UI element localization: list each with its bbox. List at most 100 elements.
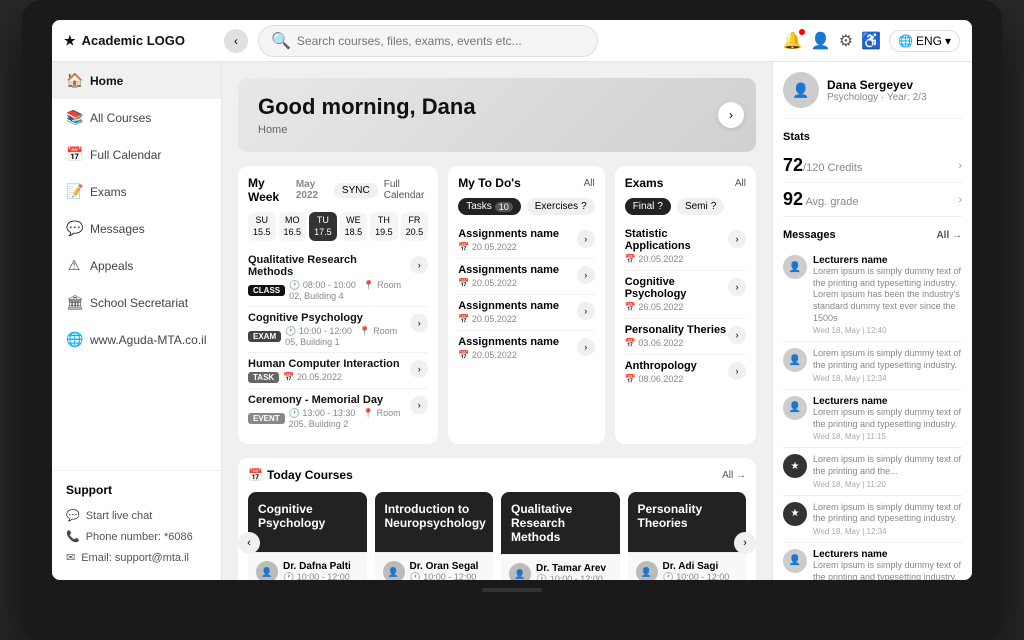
my-week-title: My Week	[248, 176, 292, 204]
grade-value: 92	[783, 189, 803, 209]
sidebar-item-website[interactable]: 🌐 www.Aguda-MTA.co.il	[52, 321, 221, 358]
day-su[interactable]: SU15.5	[248, 212, 276, 241]
day-fr[interactable]: FR20.5	[401, 212, 429, 241]
week-item-arrow[interactable]: ›	[410, 360, 428, 378]
laptop-notch	[482, 588, 542, 592]
user-avatar: 👤	[783, 72, 819, 108]
week-item: Ceremony - Memorial Day EVENT 🕐 13:00 - …	[248, 389, 428, 434]
course-cards: Cognitive Psychology 👤 Dr. Dafna Palti 🕐…	[248, 492, 746, 580]
todo-arrow[interactable]: ›	[577, 338, 595, 356]
semi-tab[interactable]: Semi ?	[677, 198, 724, 215]
grade-stat[interactable]: 92 Avg. grade ›	[783, 183, 962, 217]
email-button[interactable]: ✉ Email: support@mta.il	[66, 547, 207, 568]
search-icon: 🔍	[271, 31, 291, 51]
week-item-arrow[interactable]: ›	[410, 256, 428, 274]
day-th[interactable]: TH19.5	[370, 212, 398, 241]
credits-value: 72	[783, 155, 803, 175]
phone-button[interactable]: 📞 Phone number: *6086	[66, 526, 207, 547]
grade-label: Avg. grade	[803, 196, 858, 208]
courses-next-button[interactable]: ›	[734, 532, 756, 554]
exam-arrow[interactable]: ›	[728, 326, 746, 344]
chat-icon: 💬	[66, 509, 80, 522]
user-subtitle: Psychology · Year: 2/3	[827, 92, 927, 103]
credits-stat[interactable]: 72/120 Credits ›	[783, 149, 962, 183]
day-we[interactable]: WE18.5	[340, 212, 368, 241]
course-cards-container: ‹ Cognitive Psychology 👤 Dr. Dafna Palti…	[248, 492, 746, 580]
messages-icon: 💬	[66, 220, 82, 237]
exam-arrow[interactable]: ›	[728, 278, 746, 296]
exams-title: Exams	[625, 176, 664, 190]
todo-arrow[interactable]: ›	[577, 302, 595, 320]
courses-icon: 📚	[66, 109, 82, 126]
email-icon: ✉	[66, 551, 75, 564]
exams-card: Exams All Final ? Semi ? Statistic Appli…	[615, 166, 756, 444]
tasks-tab[interactable]: Tasks 10	[458, 198, 521, 215]
today-courses-all-link[interactable]: All →	[722, 470, 746, 481]
credits-total: /120 Credits	[803, 162, 862, 174]
messages-header: Messages All →	[783, 229, 962, 241]
today-courses-section: 📅 Today Courses All → ‹ Cognitive Psycho…	[238, 458, 756, 580]
todo-arrow[interactable]: ›	[577, 266, 595, 284]
laptop-base	[52, 580, 972, 600]
sidebar-item-messages[interactable]: 💬 Messages	[52, 210, 221, 247]
calendar-emoji: 📅	[248, 468, 263, 482]
sidebar-item-exams[interactable]: 📝 Exams	[52, 173, 221, 210]
stats-section: Stats 72/120 Credits › 92 Avg. grade ›	[783, 131, 962, 217]
full-calendar-link[interactable]: Full Calendar	[384, 179, 428, 201]
settings-button[interactable]: ⚙	[839, 31, 853, 51]
search-input[interactable]	[297, 34, 585, 48]
week-item: Qualitative Research Methods CLASS 🕐 08:…	[248, 249, 428, 307]
sidebar-item-home[interactable]: 🏠 Home	[52, 62, 221, 99]
course-card-personality: Personality Theories 👤 Dr. Adi Sagi 🕐 10…	[628, 492, 747, 580]
search-bar[interactable]: 🔍	[258, 25, 598, 57]
todo-tabs: Tasks 10 Exercises ?	[458, 198, 595, 215]
message-avatar: 👤	[783, 255, 807, 279]
live-chat-button[interactable]: 💬 Start live chat	[66, 505, 207, 526]
calendar-icon: 📅	[66, 146, 82, 163]
message-avatar: 👤	[783, 348, 807, 372]
language-button[interactable]: 🌐 ENG ▾	[889, 30, 960, 52]
notifications-button[interactable]: 🔔	[783, 31, 803, 51]
messages-all-link[interactable]: All →	[936, 230, 962, 241]
message-avatar-star: ★	[783, 454, 807, 478]
my-week-card: My Week May 2022 SYNC Full Calendar SU15…	[238, 166, 438, 444]
home-icon: 🏠	[66, 72, 82, 89]
collapse-sidebar-button[interactable]: ‹	[224, 29, 248, 53]
top-icons: 🔔 👤 ⚙ ♿ 🌐 ENG ▾	[783, 30, 960, 52]
exams-all-link[interactable]: All	[735, 178, 746, 189]
instructor-avatar: 👤	[636, 561, 658, 580]
right-sidebar: 👤 Dana Sergeyev Psychology · Year: 2/3 S…	[772, 62, 972, 580]
user-profile-button[interactable]: 👤	[811, 31, 831, 51]
instructor-avatar: 👤	[256, 561, 278, 580]
message-item: ★ Lorem ipsum is simply dummy text of th…	[783, 496, 962, 543]
sidebar-support: Support 💬 Start live chat 📞 Phone number…	[52, 470, 221, 580]
logo: ★ Academic LOGO	[64, 33, 214, 49]
exercises-tab[interactable]: Exercises ?	[527, 198, 595, 215]
week-item-arrow[interactable]: ›	[410, 314, 428, 332]
todo-item: Assignments name 📅 20.05.2022 ›	[458, 259, 595, 295]
todos-all-link[interactable]: All	[584, 178, 595, 189]
final-tab[interactable]: Final ?	[625, 198, 671, 215]
sidebar-item-all-courses[interactable]: 📚 All Courses	[52, 99, 221, 136]
sync-button[interactable]: SYNC	[334, 183, 378, 198]
day-tu[interactable]: TU17.5	[309, 212, 337, 241]
week-item-arrow[interactable]: ›	[410, 396, 428, 414]
sidebar-item-full-calendar[interactable]: 📅 Full Calendar	[52, 136, 221, 173]
content-header: Good morning, Dana Home ›	[238, 78, 756, 152]
todo-arrow[interactable]: ›	[577, 230, 595, 248]
exam-tabs: Final ? Semi ?	[625, 198, 746, 215]
header-arrow-button[interactable]: ›	[718, 102, 744, 128]
class-tag: CLASS	[248, 285, 285, 296]
week-days: SU15.5 MO16.5 TU17.5 WE18.5 TH19.5 FR20.…	[248, 212, 428, 241]
sidebar-item-secretariat[interactable]: 🏛 School Secretariat	[52, 284, 221, 321]
exams-icon: 📝	[66, 183, 82, 200]
message-avatar: 👤	[783, 396, 807, 420]
courses-prev-button[interactable]: ‹	[238, 532, 260, 554]
exam-arrow[interactable]: ›	[728, 230, 746, 248]
day-mo[interactable]: MO16.5	[279, 212, 307, 241]
message-avatar-star: ★	[783, 502, 807, 526]
exam-arrow[interactable]: ›	[728, 362, 746, 380]
accessibility-button[interactable]: ♿	[861, 31, 881, 51]
messages-section: Messages All → 👤 Lecturers name Lorem ip…	[783, 229, 962, 580]
sidebar-item-appeals[interactable]: ⚠ Appeals	[52, 247, 221, 284]
